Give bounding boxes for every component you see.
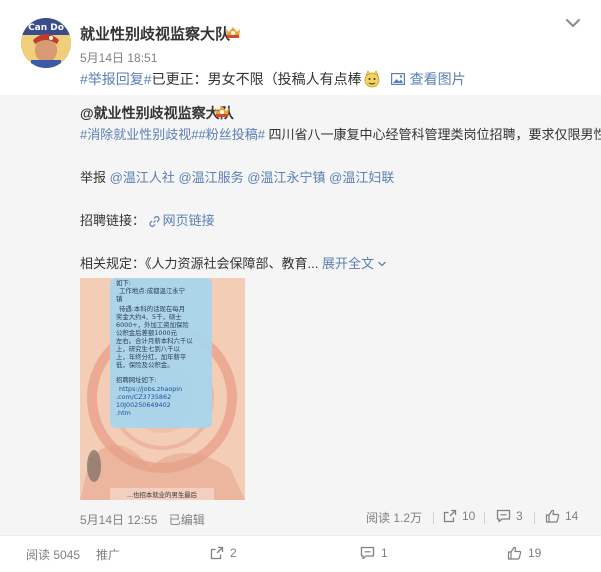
related-line: 相关规定：《人力资源社会保障部、教育... 展开全文 [80,253,387,272]
thumbs-up-icon [545,509,560,523]
promote-label: 推广 [96,548,121,562]
topic-link[interactable]: #举报回复# [80,69,152,89]
view-picture-label: 查看图片 [409,71,466,87]
image-text-line: 工作地点:成都温江永宁 [119,286,185,295]
post-body: #举报回复# 已更正：男女不限（投稿人有点棒 查看图片 [80,69,466,89]
quoted-like-count: 14 [565,509,579,523]
image-text-line: 公积金后差额1000元 [116,328,178,337]
image-text-line: 招聘网址如下: [116,375,157,384]
repost-icon [443,509,457,523]
quoted-repost-button[interactable]: 10 [443,509,475,523]
weibo-post-page: Can Do 就业性别歧视监察大队 5月14日 18:51 #举报回复# 已更正… [0,0,601,572]
post-image-thumbnail[interactable]: 如下: 工作地点:成都温江永宁 镇 待遇:本科的话现在每月 奖金大约4、5千，硕… [80,278,245,500]
divider [534,512,535,524]
related-label: 相关规定：《人力资源社会保障部、教育... [80,256,319,271]
link-icon [149,216,160,227]
like-count: 19 [528,546,542,560]
recruit-line: 招聘链接： 网页链接 [80,210,215,229]
expand-label: 展开全文 [321,256,374,271]
quoted-reads: 阅读 1.2万 [366,509,422,526]
mention-link[interactable]: @温江永宁镇 [247,170,325,185]
report-line: 举报 @温江人社 @温江服务 @温江永宁镇 @温江妇联 [80,167,394,186]
image-text-line: 上，研究生七到八千以 [116,344,181,353]
comment-count: 1 [381,546,388,560]
image-text-line: .com/CZ3735862 [116,393,171,401]
chevron-down-icon[interactable] [563,14,583,32]
divider [484,512,485,524]
avatar-text: Can Do [28,23,64,33]
quoted-reads-label: 阅读 1.2万 [366,511,423,525]
image-text-line: 奖金大约4、5千，硕士 [116,312,182,321]
divider [433,512,434,524]
emoji-icon [364,70,379,88]
image-text-line: 6000+，外加工资加保险 [116,320,189,329]
repost-count: 2 [230,546,237,560]
quoted-like-button[interactable]: 14 [545,509,578,523]
image-icon [390,73,405,85]
account-name[interactable]: 就业性别歧视监察大队 [80,23,230,44]
image-text-line: 10J00250649402 [116,401,171,409]
post-time[interactable]: 5月14日 18:51 [80,49,157,66]
reposted-card[interactable]: @就业性别歧视监察大队 #消除就业性别歧视##粉丝投稿# 四川省八一康复中心经管… [0,95,601,535]
quoted-author[interactable]: @就业性别歧视监察大队 [80,103,234,123]
image-text-line: 上，年终分红，加年薪平 [116,352,187,361]
quoted-body: 四川省八一康复中心经管科管理类岗位招聘，要求仅限男性。 [264,127,601,142]
comment-button[interactable]: 1 [360,546,388,560]
repost-icon [210,546,224,560]
report-label: 举报 [80,170,107,185]
reads-count: 阅读 5045 [26,546,80,563]
web-link[interactable]: 网页链接 [149,213,215,228]
mention-link[interactable]: @温江人社 [110,170,175,185]
reads-label: 阅读 5045 [26,548,81,562]
chevron-down-icon [378,261,386,267]
repost-button[interactable]: 2 [210,546,237,560]
quoted-time[interactable]: 5月14日 12:55 [80,513,157,527]
image-caption: ...也招本就业的男生最后 [127,490,198,499]
vip-badge-icon [226,27,240,38]
quoted-repost-count: 10 [462,509,476,523]
image-text-line: 低，保险及公积金。 [116,360,174,369]
image-text-line: .htm [116,409,131,417]
promote-button[interactable]: 推广 [96,546,120,563]
web-link-label: 网页链接 [162,213,215,228]
quoted-meta: 5月14日 12:55 已编辑 [80,511,205,528]
image-text-line: https://jobs.zhaopin [119,385,182,393]
comment-icon [496,509,511,523]
image-text-line: 左右。合计月薪本科六千以 [116,336,193,345]
image-text-line: 如下: [116,278,131,287]
recruit-label: 招聘链接： [80,213,146,228]
mention-link[interactable]: @温江妇联 [329,170,394,185]
like-button[interactable]: 19 [507,546,541,560]
vip-badge-icon [215,106,229,117]
quoted-comment-button[interactable]: 3 [496,509,523,523]
post-header: Can Do 就业性别歧视监察大队 5月14日 18:51 #举报回复# 已更正… [0,0,601,95]
quoted-topics[interactable]: #消除就业性别歧视##粉丝投稿# [80,127,265,142]
image-text-line: 镇 [116,294,123,303]
comment-icon [360,546,375,560]
avatar[interactable]: Can Do [21,18,71,68]
quoted-comment-count: 3 [516,509,523,523]
image-text-line: 待遇:本科的话现在每月 [119,304,185,313]
view-picture-link[interactable]: 查看图片 [390,69,466,89]
thumbs-up-icon [507,546,522,560]
post-footer: 阅读 5045 推广 2 1 19 [0,535,601,572]
edited-label[interactable]: 已编辑 [169,513,205,527]
expand-full-text[interactable]: 展开全文 [322,256,387,271]
mention-link[interactable]: @温江服务 [178,170,243,185]
post-text: 已更正：男女不限（投稿人有点棒 [151,71,362,87]
quoted-text: #消除就业性别歧视##粉丝投稿# 四川省八一康复中心经管科管理类岗位招聘，要求仅… [80,124,601,143]
